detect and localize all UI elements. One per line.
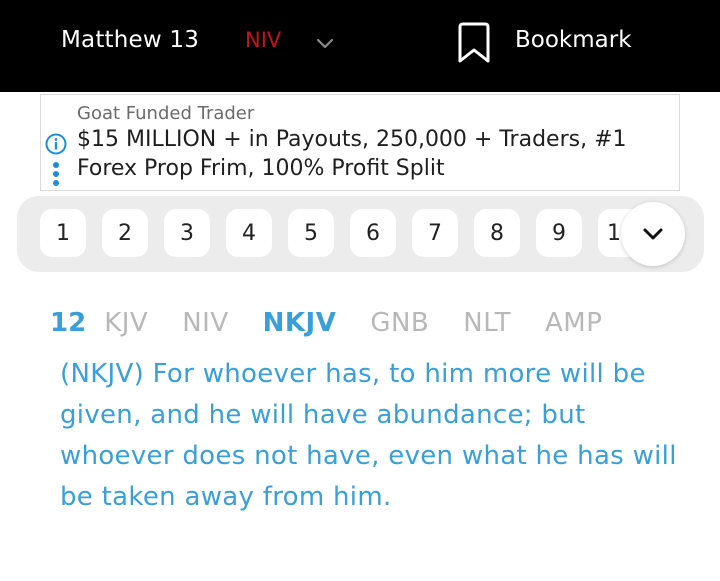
- version-tab-kjv[interactable]: KJV: [104, 308, 148, 338]
- version-selector[interactable]: NIV: [245, 28, 281, 52]
- chapter-button-9[interactable]: 9: [536, 209, 582, 257]
- chapter-button-3[interactable]: 3: [164, 209, 210, 257]
- version-tab-niv[interactable]: NIV: [182, 308, 228, 338]
- chapter-button-7[interactable]: 7: [412, 209, 458, 257]
- verse-version-row: 12 KJV NIV NKJV GNB NLT AMP: [50, 308, 636, 344]
- expand-chapters-button[interactable]: [621, 202, 685, 266]
- chapter-strip: 12345678910: [17, 196, 704, 272]
- version-tab-amp[interactable]: AMP: [545, 308, 602, 338]
- bookmark-button[interactable]: Bookmark: [515, 27, 632, 53]
- ad-sponsor: Goat Funded Trader: [77, 103, 255, 124]
- chevron-down-icon: [643, 228, 663, 240]
- chapter-button-2[interactable]: 2: [102, 209, 148, 257]
- more-icon[interactable]: [52, 161, 60, 187]
- chapter-button-8[interactable]: 8: [474, 209, 520, 257]
- info-icon[interactable]: [45, 133, 67, 155]
- verse-text: (NKJV) For whoever has, to him more will…: [60, 359, 677, 512]
- ad-text[interactable]: $15 MILLION + in Payouts, 250,000 + Trad…: [77, 125, 667, 183]
- chapter-button-4[interactable]: 4: [226, 209, 272, 257]
- version-tab-gnb[interactable]: GNB: [370, 308, 429, 338]
- chapter-button-6[interactable]: 6: [350, 209, 396, 257]
- verse-number: 12: [50, 308, 87, 338]
- ad-banner[interactable]: Goat Funded Trader $15 MILLION + in Payo…: [40, 94, 680, 191]
- bookmark-icon[interactable]: [456, 22, 492, 64]
- top-bar: Matthew 13 NIV Bookmark: [0, 0, 720, 92]
- book-chapter-title[interactable]: Matthew 13: [61, 27, 199, 53]
- chapter-button-1[interactable]: 1: [40, 209, 86, 257]
- chevron-down-icon[interactable]: [315, 33, 335, 53]
- chapter-button-5[interactable]: 5: [288, 209, 334, 257]
- version-tab-nlt[interactable]: NLT: [463, 308, 511, 338]
- version-tab-nkjv[interactable]: NKJV: [263, 308, 337, 338]
